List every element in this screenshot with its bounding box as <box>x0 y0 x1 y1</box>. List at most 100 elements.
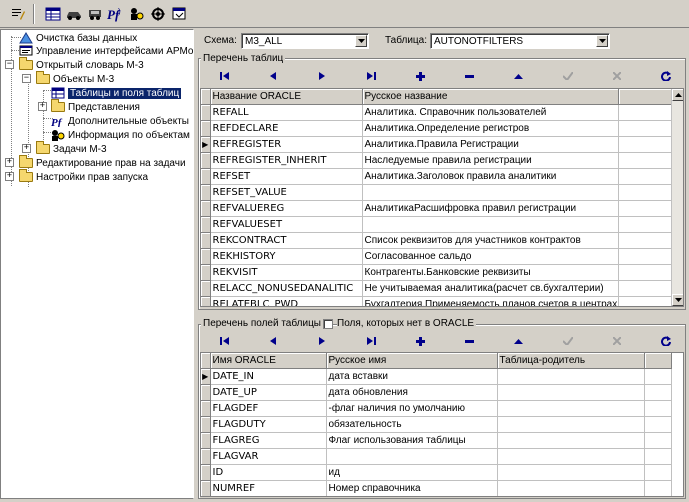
table-cell[interactable]: ид <box>326 464 498 481</box>
tables-scrollbar[interactable] <box>671 89 683 306</box>
tree-item-task-rights[interactable]: Редактирование прав на задачи <box>19 155 186 170</box>
delete-record-button[interactable] <box>445 67 494 85</box>
table-row[interactable]: RELATEBLC_PWD Бухгалтерия.Применяемость п… <box>201 296 672 306</box>
chevron-down-icon[interactable] <box>596 35 608 47</box>
table-cell[interactable] <box>497 368 645 385</box>
search-user-icon[interactable] <box>127 4 146 24</box>
table-cell[interactable]: FLAGDEF <box>210 400 327 417</box>
table-row[interactable]: DATE_UP дата обновления <box>201 384 672 401</box>
table-cell[interactable]: RELATEBLC_PWD <box>210 296 363 306</box>
table-cell[interactable]: Номер справочника <box>326 480 498 496</box>
expander-objects[interactable]: − <box>22 74 31 83</box>
table-row[interactable]: FLAGDEF -флаг наличия по умолчанию <box>201 400 672 417</box>
edit-record-button[interactable] <box>494 332 543 350</box>
scroll-down-button[interactable] <box>672 294 683 306</box>
scroll-up-button[interactable] <box>672 89 683 101</box>
table-row[interactable]: REFREGISTER_INHERIT Наследуемые правила р… <box>201 152 672 169</box>
table-row[interactable]: FLAGVAR <box>201 448 672 465</box>
table-cell[interactable]: Наследуемые правила регистрации <box>362 152 619 169</box>
table-cell[interactable]: дата обновления <box>326 384 498 401</box>
table-cell[interactable] <box>362 216 619 233</box>
window-icon[interactable] <box>169 4 188 24</box>
table-cell[interactable]: REKCONTRACT <box>210 232 363 249</box>
table-cell[interactable]: Бухгалтерия.Применяемость планов счетов … <box>362 296 619 306</box>
table-cell[interactable] <box>497 464 645 481</box>
table-cell[interactable]: REFREGISTER_INHERIT <box>210 152 363 169</box>
table-icon[interactable] <box>43 4 62 24</box>
column-header[interactable]: Таблица-родитель <box>497 353 645 369</box>
table-cell[interactable]: Аналитика.Определение регистров <box>362 120 619 137</box>
car-icon[interactable] <box>64 4 83 24</box>
first-record-button[interactable] <box>200 67 249 85</box>
pf-icon[interactable]: Pf) <box>106 4 125 24</box>
table-row[interactable]: ▶ DATE_IN дата вставки <box>201 368 672 385</box>
table-row[interactable]: REFSET_VALUE <box>201 184 672 201</box>
table-row[interactable]: ID ид <box>201 464 672 481</box>
table-cell[interactable] <box>497 416 645 433</box>
column-header[interactable]: Русское имя <box>326 353 498 369</box>
table-cell[interactable]: REKHISTORY <box>210 248 363 265</box>
table-row[interactable]: REKVISIT Контрагенты.Банковские реквизиты <box>201 264 672 281</box>
table-cell[interactable]: FLAGVAR <box>210 448 327 465</box>
table-row[interactable]: REFDECLARE Аналитика.Определение регистро… <box>201 120 672 137</box>
table-cell[interactable]: DATE_IN <box>210 368 327 385</box>
column-header[interactable]: Русское название <box>362 89 619 105</box>
tree-item-objects[interactable]: Объекты М-3 <box>36 71 114 86</box>
table-cell[interactable]: REFALL <box>210 104 363 121</box>
table-cell[interactable]: REKVISIT <box>210 264 363 281</box>
table-row[interactable]: FLAGDUTY обязательность <box>201 416 672 433</box>
table-row[interactable]: REFVALUEREG АналитикаРасшифровка правил р… <box>201 200 672 217</box>
expander-task-rights[interactable]: + <box>5 158 14 167</box>
table-cell[interactable]: REFVALUESET <box>210 216 363 233</box>
table-cell[interactable]: REFSET <box>210 168 363 185</box>
table-row[interactable]: REFALL Аналитика. Справочник пользователе… <box>201 104 672 121</box>
table-cell[interactable]: Не учитываемая аналитика(расчет св.бухга… <box>362 280 619 297</box>
table-row[interactable]: RELACC_NONUSEDANALITIC Не учитываемая ана… <box>201 280 672 297</box>
table-cell[interactable] <box>497 448 645 465</box>
table-row[interactable]: FLAGREG Флаг использования таблицы <box>201 432 672 449</box>
expander-open-dictionary[interactable]: − <box>5 60 14 69</box>
next-record-button[interactable] <box>298 332 347 350</box>
table-cell[interactable]: дата вставки <box>326 368 498 385</box>
table-cell[interactable]: Аналитика.Заголовок правила аналитики <box>362 168 619 185</box>
table-cell[interactable] <box>497 480 645 496</box>
table-row[interactable]: ▶ REFREGISTER Аналитика.Правила Регистраци… <box>201 136 672 153</box>
tree-item-views[interactable]: Представления <box>51 99 140 114</box>
table-cell[interactable]: Список реквизитов для участников контрак… <box>362 232 619 249</box>
table-cell[interactable]: FLAGREG <box>210 432 327 449</box>
tree-item-open-dictionary[interactable]: Открытый словарь М-3 <box>19 57 144 72</box>
table-cell[interactable]: REFSET_VALUE <box>210 184 363 201</box>
delete-record-button[interactable] <box>445 332 494 350</box>
insert-record-button[interactable] <box>396 67 445 85</box>
settings-icon[interactable] <box>148 4 167 24</box>
tree-item-tasks[interactable]: Задачи М-3 <box>36 141 107 156</box>
table-cell[interactable]: Аналитика. Справочник пользователей <box>362 104 619 121</box>
table-cell[interactable]: FLAGDUTY <box>210 416 327 433</box>
last-record-button[interactable] <box>347 67 396 85</box>
table-row[interactable]: REFSET Аналитика.Заголовок правила аналит… <box>201 168 672 185</box>
last-record-button[interactable] <box>347 332 396 350</box>
table-cell[interactable]: ID <box>210 464 327 481</box>
table-cell[interactable]: обязательность <box>326 416 498 433</box>
table-row[interactable]: REKHISTORY Согласованное сальдо <box>201 248 672 265</box>
chevron-down-icon[interactable] <box>355 35 367 47</box>
table-cell[interactable]: NUMREF <box>210 480 327 496</box>
tree-item-extra-objects[interactable]: Pf Дополнительные объекты <box>51 114 189 128</box>
refresh-button[interactable] <box>641 332 689 350</box>
schema-select[interactable]: M3_ALL <box>241 33 369 49</box>
table-row[interactable]: NUMREF Номер справочника <box>201 480 672 496</box>
table-cell[interactable] <box>497 384 645 401</box>
table-cell[interactable]: RELACC_NONUSEDANALITIC <box>210 280 363 297</box>
column-header[interactable]: Имя ORACLE <box>210 353 327 369</box>
tree-item-object-info[interactable]: Информация по объектам <box>51 128 190 142</box>
table-cell[interactable] <box>362 184 619 201</box>
table-cell[interactable]: Флаг использования таблицы <box>326 432 498 449</box>
table-cell[interactable]: -флаг наличия по умолчанию <box>326 400 498 417</box>
table-cell[interactable]: REFDECLARE <box>210 120 363 137</box>
next-record-button[interactable] <box>298 67 347 85</box>
table-cell[interactable] <box>497 432 645 449</box>
refresh-button[interactable] <box>641 67 689 85</box>
edit-record-button[interactable] <box>494 67 543 85</box>
insert-record-button[interactable] <box>396 332 445 350</box>
table-cell[interactable]: REFVALUEREG <box>210 200 363 217</box>
